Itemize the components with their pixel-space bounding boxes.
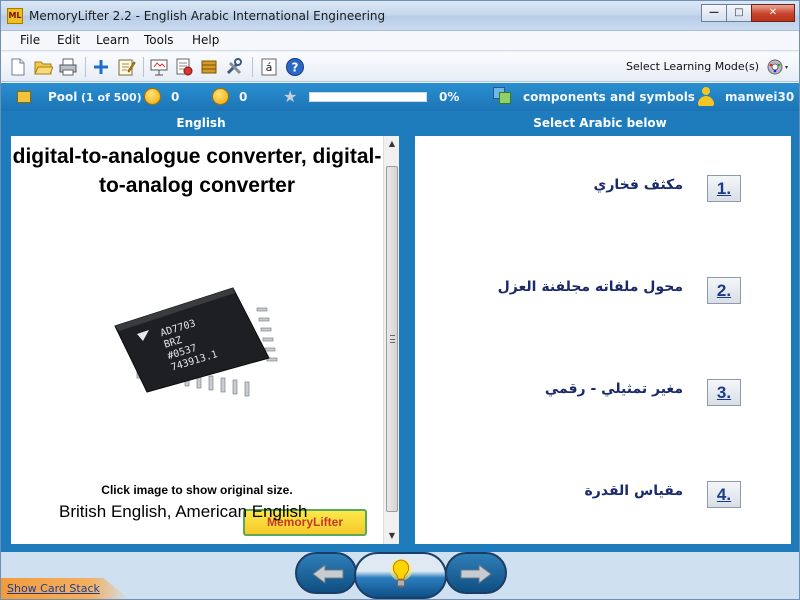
chapter-icon [493, 87, 513, 105]
slideshow-icon[interactable] [148, 56, 170, 78]
question-word: digital-to-analogue converter, digital-t… [12, 145, 382, 197]
window-title: MemoryLifter 2.2 - English Arabic Intern… [29, 9, 386, 23]
answer-button-4[interactable]: 4. [707, 481, 741, 508]
app-window: ML MemoryLifter 2.2 - English Arabic Int… [0, 0, 800, 600]
right-count: 0 [171, 90, 180, 104]
answer-text[interactable]: محول ملفاته مجلفنة العزل [498, 279, 683, 295]
arrow-right-icon [460, 564, 492, 584]
box-icon[interactable] [198, 56, 220, 78]
svg-text:?: ? [292, 61, 299, 75]
help-icon[interactable]: ? [284, 56, 306, 78]
app-logo-icon: ML [7, 8, 23, 24]
question-image[interactable]: AD7703 BRZ #0537 743913.1 [107, 286, 282, 406]
window-controls: — □ ✕ [701, 4, 795, 22]
question-scrollbar[interactable]: ▲ ▼ [383, 136, 399, 544]
toolbar: á ? Select Learning Mode(s) [1, 52, 799, 82]
star-icon: ★ [283, 87, 298, 106]
chapter-name[interactable]: components and symbols [523, 90, 695, 104]
answer-button-2[interactable]: 2. [707, 277, 741, 304]
print-icon[interactable] [57, 56, 79, 78]
scroll-up-icon[interactable]: ▲ [384, 136, 400, 152]
show-card-stack[interactable]: Show Card Stack [1, 578, 131, 599]
maximize-button[interactable]: □ [726, 4, 752, 22]
answer-text[interactable]: مقياس القدرة [585, 483, 683, 499]
add-icon[interactable] [90, 56, 112, 78]
image-hint: Click image to show original size. [101, 483, 293, 497]
edit-icon[interactable] [115, 56, 137, 78]
answer-choice-4[interactable]: مقياس القدرة 4. [415, 479, 791, 519]
answer-text[interactable]: مغير تمثيلي - رقمي [545, 381, 683, 397]
answer-button-3[interactable]: 3. [707, 379, 741, 406]
menu-learn[interactable]: Learn [96, 33, 130, 47]
menu-tools[interactable]: Tools [144, 33, 174, 47]
pool-box-icon [17, 91, 31, 103]
answer-button-1[interactable]: 1. [707, 175, 741, 202]
menu-edit[interactable]: Edit [57, 33, 80, 47]
question-pane-header: English [176, 116, 226, 130]
close-button[interactable]: ✕ [751, 4, 795, 22]
next-button[interactable] [445, 552, 507, 594]
question-card: digital-to-analogue converter, digital-t… [11, 136, 383, 544]
scroll-down-icon[interactable]: ▼ [384, 528, 400, 544]
pool-label: Pool [48, 90, 78, 104]
hint-button[interactable] [354, 552, 447, 599]
svg-text:á: á [266, 61, 273, 74]
learning-mode-label[interactable]: Select Learning Mode(s) [626, 60, 759, 73]
learning-mode-gear-icon[interactable] [765, 57, 791, 77]
statistics-icon[interactable] [173, 56, 195, 78]
arrow-left-icon [312, 564, 344, 584]
menu-help[interactable]: Help [192, 33, 219, 47]
user-icon [698, 87, 714, 107]
menu-bar: File Edit Learn Tools Help [1, 31, 799, 51]
minimize-button[interactable]: — [701, 4, 727, 22]
sad-face-icon [212, 88, 229, 105]
user-name[interactable]: manwei30 [725, 90, 794, 104]
previous-button[interactable] [295, 552, 357, 594]
progress-bar [309, 92, 427, 102]
answer-card: مكثف فخاري 1. محول ملفاته مجلفنة العزل 2… [415, 136, 791, 544]
new-document-icon[interactable] [7, 56, 29, 78]
answer-choice-3[interactable]: مغير تمثيلي - رقمي 3. [415, 377, 791, 417]
show-card-stack-link[interactable]: Show Card Stack [7, 582, 100, 595]
language-note: British English, American English [59, 502, 308, 521]
happy-face-icon [144, 88, 161, 105]
answer-pane-header: Select Arabic below [533, 116, 667, 130]
answer-choice-2[interactable]: محول ملفاته مجلفنة العزل 2. [415, 275, 791, 315]
special-char-icon[interactable]: á [258, 56, 280, 78]
open-folder-icon[interactable] [32, 56, 54, 78]
answer-text[interactable]: مكثف فخاري [594, 177, 683, 193]
answer-choice-1[interactable]: مكثف فخاري 1. [415, 173, 791, 213]
status-bar: Pool (1 of 500) 0 0 ★ 0% components and … [1, 83, 799, 111]
lightbulb-icon [390, 559, 412, 588]
wrong-count: 0 [239, 90, 248, 104]
pool-count: (1 of 500) [81, 91, 142, 104]
menu-file[interactable]: File [20, 33, 40, 47]
title-bar: ML MemoryLifter 2.2 - English Arabic Int… [1, 1, 799, 31]
scroll-thumb[interactable] [386, 166, 398, 512]
progress-percent: 0% [439, 90, 460, 104]
tools-icon[interactable] [223, 56, 245, 78]
